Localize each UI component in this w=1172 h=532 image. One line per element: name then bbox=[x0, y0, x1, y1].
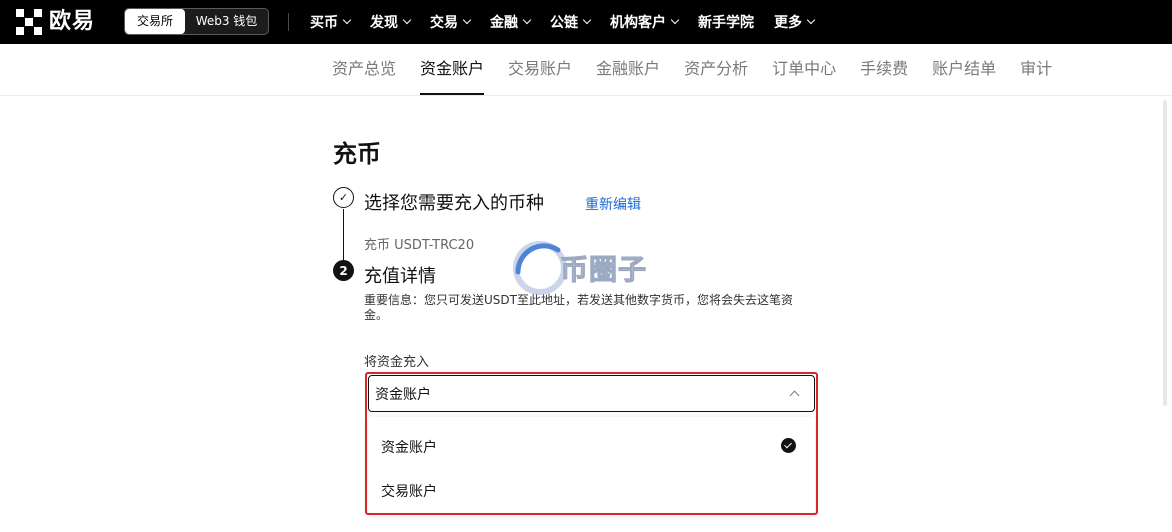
nav-item-chain[interactable]: 公链 bbox=[550, 12, 592, 32]
main-nav: 买币 发现 交易 金融 公链 机构客户 新手学院 更多 bbox=[310, 0, 834, 44]
chevron-down-icon bbox=[462, 15, 472, 25]
top-navbar: 欧易 交易所 Web3 钱包 买币 发现 交易 金融 公链 机构客户 新手学院 … bbox=[0, 0, 1172, 44]
tab-asset-analysis[interactable]: 资产分析 bbox=[684, 44, 748, 96]
tab-audit[interactable]: 审计 bbox=[1020, 44, 1052, 96]
chevron-down-icon bbox=[402, 15, 412, 25]
watermark-text: 币圈子 bbox=[559, 253, 648, 287]
highlight-box bbox=[365, 372, 818, 515]
chevron-down-icon bbox=[670, 15, 680, 25]
chevron-down-icon bbox=[522, 15, 532, 25]
step1-check-icon: ✓ bbox=[333, 187, 354, 208]
watermark: 币圈子 bbox=[510, 236, 660, 298]
nav-item-discover[interactable]: 发现 bbox=[370, 12, 412, 32]
tab-order-center[interactable]: 订单中心 bbox=[772, 44, 836, 96]
chevron-down-icon bbox=[342, 15, 352, 25]
tab-fees[interactable]: 手续费 bbox=[860, 44, 908, 96]
reedit-link[interactable]: 重新编辑 bbox=[585, 194, 641, 214]
step-connector bbox=[343, 209, 344, 260]
okx-logo-icon bbox=[16, 9, 42, 35]
nav-divider bbox=[288, 13, 289, 31]
tab-finance-account[interactable]: 金融账户 bbox=[596, 44, 660, 96]
nav-item-finance[interactable]: 金融 bbox=[490, 12, 532, 32]
tab-funding-account[interactable]: 资金账户 bbox=[420, 44, 485, 96]
tab-asset-overview[interactable]: 资产总览 bbox=[332, 44, 396, 96]
nav-item-trade[interactable]: 交易 bbox=[430, 12, 472, 32]
mode-web3-wallet-tab[interactable]: Web3 钱包 bbox=[185, 9, 268, 34]
nav-item-buy-crypto[interactable]: 买币 bbox=[310, 12, 352, 32]
page-title: 充币 bbox=[333, 140, 381, 168]
step1-title: 选择您需要充入的币种 bbox=[364, 193, 544, 214]
account-subnav: 资产总览 资金账户 交易账户 金融账户 资产分析 订单中心 手续费 账户结单 审… bbox=[0, 44, 1172, 96]
deposit-to-label: 将资金充入 bbox=[364, 355, 430, 370]
chevron-down-icon bbox=[582, 15, 592, 25]
page-scrollbar[interactable] bbox=[1163, 100, 1167, 406]
brand-logo[interactable]: 欧易 bbox=[16, 9, 95, 35]
brand-name: 欧易 bbox=[49, 9, 96, 34]
step2-title: 充值详情 bbox=[364, 266, 436, 287]
tab-account-statement[interactable]: 账户结单 bbox=[932, 44, 996, 96]
step2-number-badge: 2 bbox=[333, 260, 354, 281]
mode-exchange-tab[interactable]: 交易所 bbox=[125, 9, 185, 34]
nav-item-institutional[interactable]: 机构客户 bbox=[610, 12, 680, 32]
nav-item-academy[interactable]: 新手学院 bbox=[698, 12, 754, 32]
tab-trading-account[interactable]: 交易账户 bbox=[508, 44, 572, 96]
step1-summary: 充币 USDT-TRC20 bbox=[364, 238, 475, 253]
nav-item-more[interactable]: 更多 bbox=[774, 12, 816, 32]
mode-switch: 交易所 Web3 钱包 bbox=[124, 8, 269, 35]
chevron-down-icon bbox=[806, 15, 816, 25]
